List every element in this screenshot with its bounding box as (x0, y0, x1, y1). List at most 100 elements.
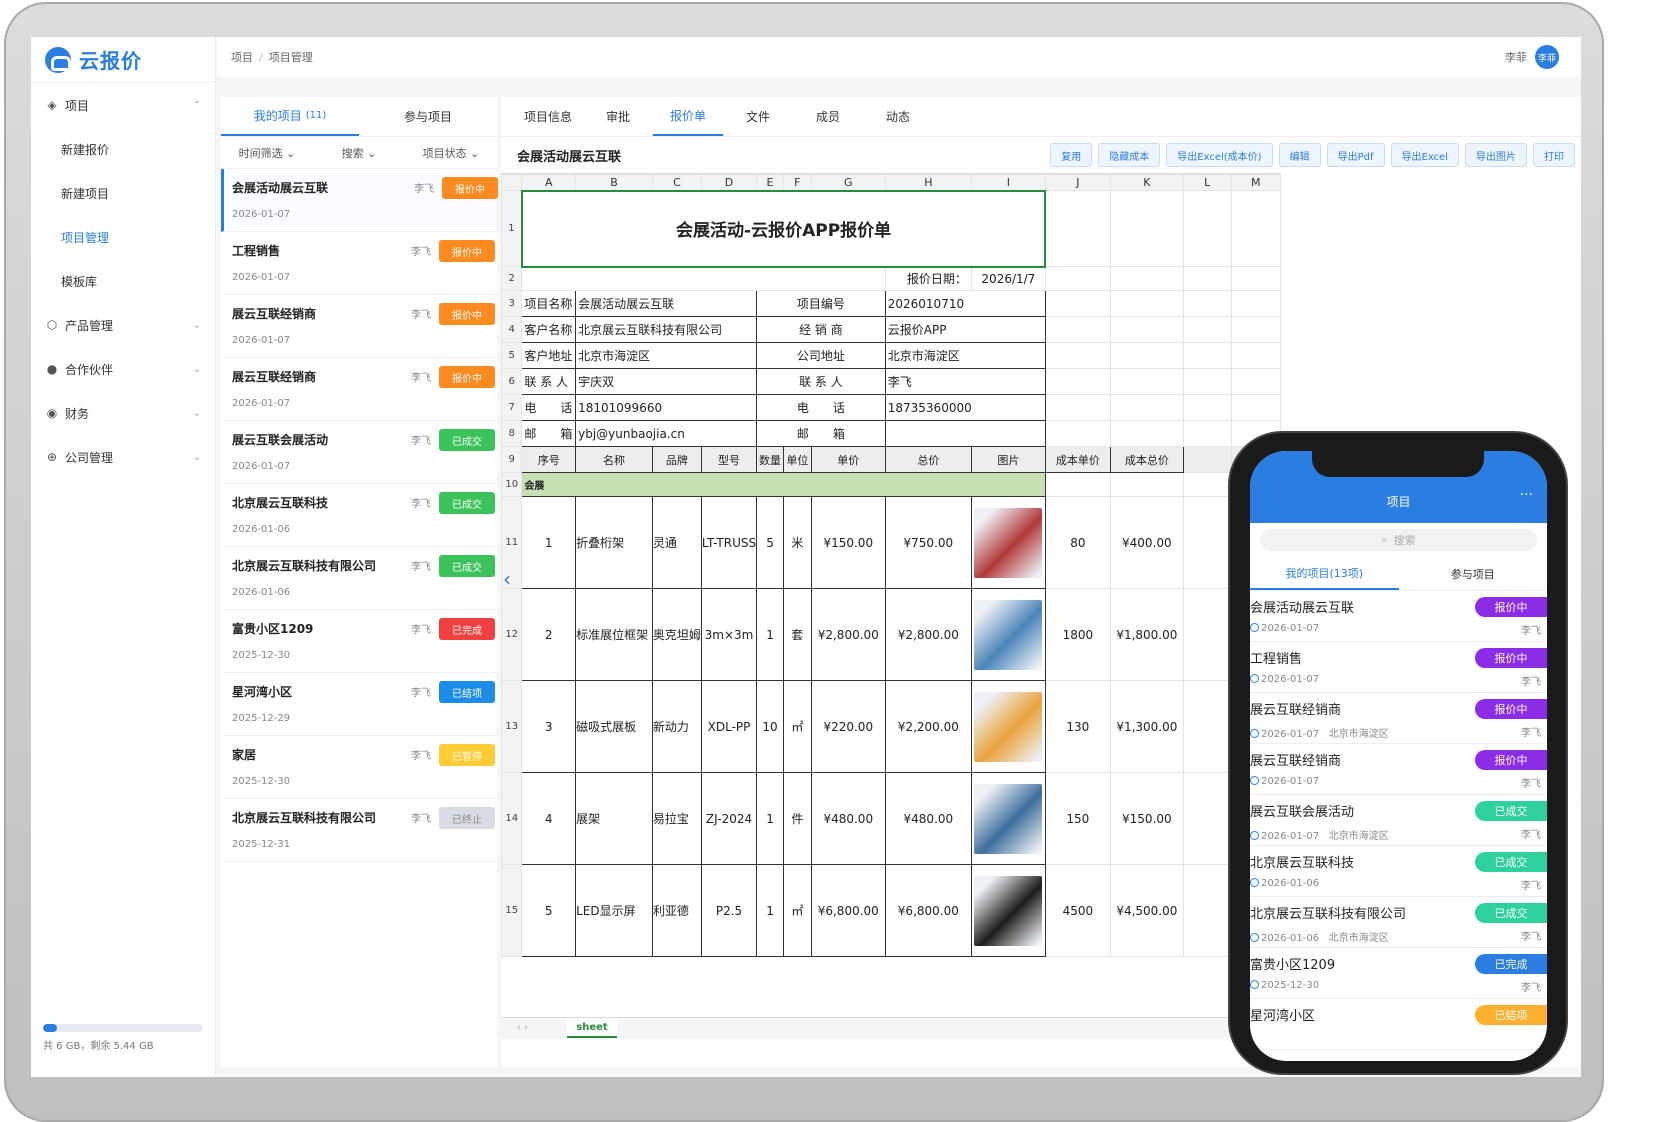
item-unit[interactable]: 套 (782, 588, 812, 681)
column-header[interactable]: A (521, 174, 577, 191)
breadcrumb-item[interactable]: 项目管理 (269, 51, 313, 64)
empty-cell[interactable] (1182, 266, 1232, 291)
info-value[interactable]: ybj@yunbaojia.cn (575, 420, 758, 447)
action-button-3[interactable]: 编辑 (1278, 143, 1321, 167)
item-qty[interactable]: 10 (756, 680, 784, 773)
empty-cell[interactable] (1182, 588, 1232, 681)
column-header[interactable]: M (1230, 174, 1281, 191)
empty-cell[interactable] (1182, 316, 1232, 343)
chevron-left-icon[interactable]: ‹ (503, 567, 511, 591)
empty-cell[interactable] (1230, 342, 1281, 369)
item-name[interactable]: 展架 (575, 772, 653, 865)
empty-cell[interactable] (1044, 190, 1111, 267)
empty-cell[interactable] (1182, 420, 1232, 447)
empty-cell[interactable] (1230, 190, 1281, 267)
item-cost[interactable]: 1800 (1044, 588, 1111, 681)
item-image-cell[interactable] (970, 772, 1046, 865)
info-value[interactable]: 18101099660 (575, 394, 758, 421)
action-button-2[interactable]: 导出Excel(成本价) (1166, 143, 1273, 167)
row-number[interactable]: 7 (501, 394, 523, 421)
item-brand[interactable]: 利亚德 (651, 864, 702, 957)
project-list-item[interactable]: 工程销售 2026-01-07 李飞 报价中 (221, 232, 497, 295)
empty-cell[interactable] (1044, 368, 1111, 395)
item-total[interactable]: ¥480.00 (884, 772, 972, 865)
empty-cell[interactable] (1182, 342, 1232, 369)
project-list-item[interactable]: 北京展云互联科技 2026-01-06 李飞 已成交 (221, 484, 497, 547)
column-header[interactable]: E (756, 174, 784, 191)
tab-my-projects[interactable]: 我的项目 (11) (221, 97, 359, 136)
item-brand[interactable]: 奥克坦姆 (651, 588, 702, 681)
empty-cell[interactable] (1230, 290, 1281, 317)
filter-time[interactable]: 时间筛选 ⌄ (221, 145, 313, 161)
mobile-list-item[interactable]: 北京展云互联科技 2026-01-06 李飞 已成交 (1250, 846, 1547, 897)
item-price[interactable]: ¥2,800.00 (810, 588, 886, 681)
empty-cell[interactable] (1044, 472, 1111, 497)
info-value[interactable]: 北京展云互联科技有限公司 (575, 316, 758, 343)
item-image-cell[interactable] (970, 496, 1046, 589)
info-value[interactable]: 云报价APP (884, 316, 1046, 343)
empty-cell[interactable] (1230, 368, 1281, 395)
item-cost-total[interactable]: ¥150.00 (1109, 772, 1184, 865)
project-list-item[interactable]: 北京展云互联科技有限公司 2025-12-31 李飞 已终止 (221, 799, 497, 862)
action-button-7[interactable]: 打印 (1533, 143, 1575, 167)
mobile-list-item[interactable]: 展云互联会展活动 2026-01-07 北京市海淀区 李飞 已成交 (1250, 795, 1547, 846)
empty-cell[interactable] (1182, 772, 1232, 865)
item-no[interactable]: 4 (521, 772, 577, 865)
empty-cell[interactable] (1109, 266, 1184, 291)
column-header[interactable]: F (782, 174, 812, 191)
sheet-title[interactable]: 会展活动-云报价APP报价单 (520, 189, 1047, 268)
item-image-cell[interactable] (970, 588, 1046, 681)
item-model[interactable]: 3m×3m (700, 588, 758, 681)
item-cost[interactable]: 4500 (1044, 864, 1111, 957)
empty-cell[interactable] (1109, 472, 1184, 497)
corner-cell[interactable] (501, 174, 523, 191)
empty-cell[interactable] (1182, 446, 1232, 473)
row-number[interactable]: 1 (501, 190, 523, 267)
mobile-list-item[interactable]: 展云互联经销商 2026-01-07 李飞 报价中 (1250, 744, 1547, 795)
row-number[interactable]: 10 (501, 472, 523, 497)
logo[interactable]: 云报价 (31, 37, 215, 83)
project-list-item[interactable]: 富贵小区1209 2025-12-30 李飞 已完成 (221, 610, 497, 673)
sidebar-item-2[interactable]: 项目管理 (31, 215, 215, 259)
tab-1[interactable]: 审批 (583, 97, 653, 136)
row-number[interactable]: 5 (501, 342, 523, 369)
item-unit[interactable]: ㎡ (782, 680, 812, 773)
tab-3[interactable]: 文件 (723, 97, 793, 136)
sheet-tab[interactable]: sheet (567, 1018, 617, 1038)
row-number[interactable]: 4 (501, 316, 523, 343)
sidebar-group-4[interactable]: ⊕ 公司管理 ⌄ (31, 435, 215, 479)
empty-cell[interactable] (1109, 420, 1184, 447)
item-no[interactable]: 2 (521, 588, 577, 681)
action-button-5[interactable]: 导出Excel (1390, 143, 1459, 167)
empty-cell[interactable] (1109, 342, 1184, 369)
info-value[interactable]: 宇庆双 (575, 368, 758, 395)
project-list-item[interactable]: 会展活动展云互联 2026-01-07 李飞 报价中 (221, 169, 498, 232)
column-header[interactable]: D (700, 174, 758, 191)
item-brand[interactable]: 新动力 (651, 680, 702, 773)
row-number[interactable]: 8 (501, 420, 523, 447)
spreadsheet[interactable]: A B C D E F G H I J K L M 1 会展活动-云报价APP报价单 2 报价日期： 2026/1… (501, 173, 1281, 1053)
row-number[interactable]: 9 (501, 446, 523, 473)
column-header[interactable]: H (884, 174, 972, 191)
mobile-list-item[interactable]: 富贵小区1209 2025-12-30 李飞 已完成 (1250, 948, 1547, 999)
item-cost[interactable]: 150 (1044, 772, 1111, 865)
info-value[interactable]: 北京市海淀区 (575, 342, 758, 369)
item-qty[interactable]: 5 (756, 496, 784, 589)
info-value[interactable]: 北京市海淀区 (884, 342, 1046, 369)
item-total[interactable]: ¥6,800.00 (884, 864, 972, 957)
item-name[interactable]: 标准展位框架 (575, 588, 653, 681)
info-value[interactable]: 18735360000 (884, 394, 1046, 421)
item-price[interactable]: ¥220.00 (810, 680, 886, 773)
sidebar-item-1[interactable]: 新建项目 (31, 171, 215, 215)
project-list-item[interactable]: 展云互联会展活动 2026-01-07 李飞 已成交 (221, 421, 497, 484)
item-price[interactable]: ¥150.00 (810, 496, 886, 589)
sidebar-group-0[interactable]: ◈ 项目 ⌃ (31, 83, 215, 127)
project-list-item[interactable]: 家居 2025-12-30 李飞 已暂停 (221, 736, 497, 799)
empty-cell[interactable] (1044, 420, 1111, 447)
item-cost-total[interactable]: ¥1,800.00 (1109, 588, 1184, 681)
action-button-4[interactable]: 导出Pdf (1326, 143, 1385, 167)
item-name[interactable]: 磁吸式展板 (575, 680, 653, 773)
row-number[interactable]: 6 (501, 368, 523, 395)
mobile-tab-joined-projects[interactable]: 参与项目 (1399, 557, 1548, 590)
item-unit[interactable]: 件 (782, 772, 812, 865)
